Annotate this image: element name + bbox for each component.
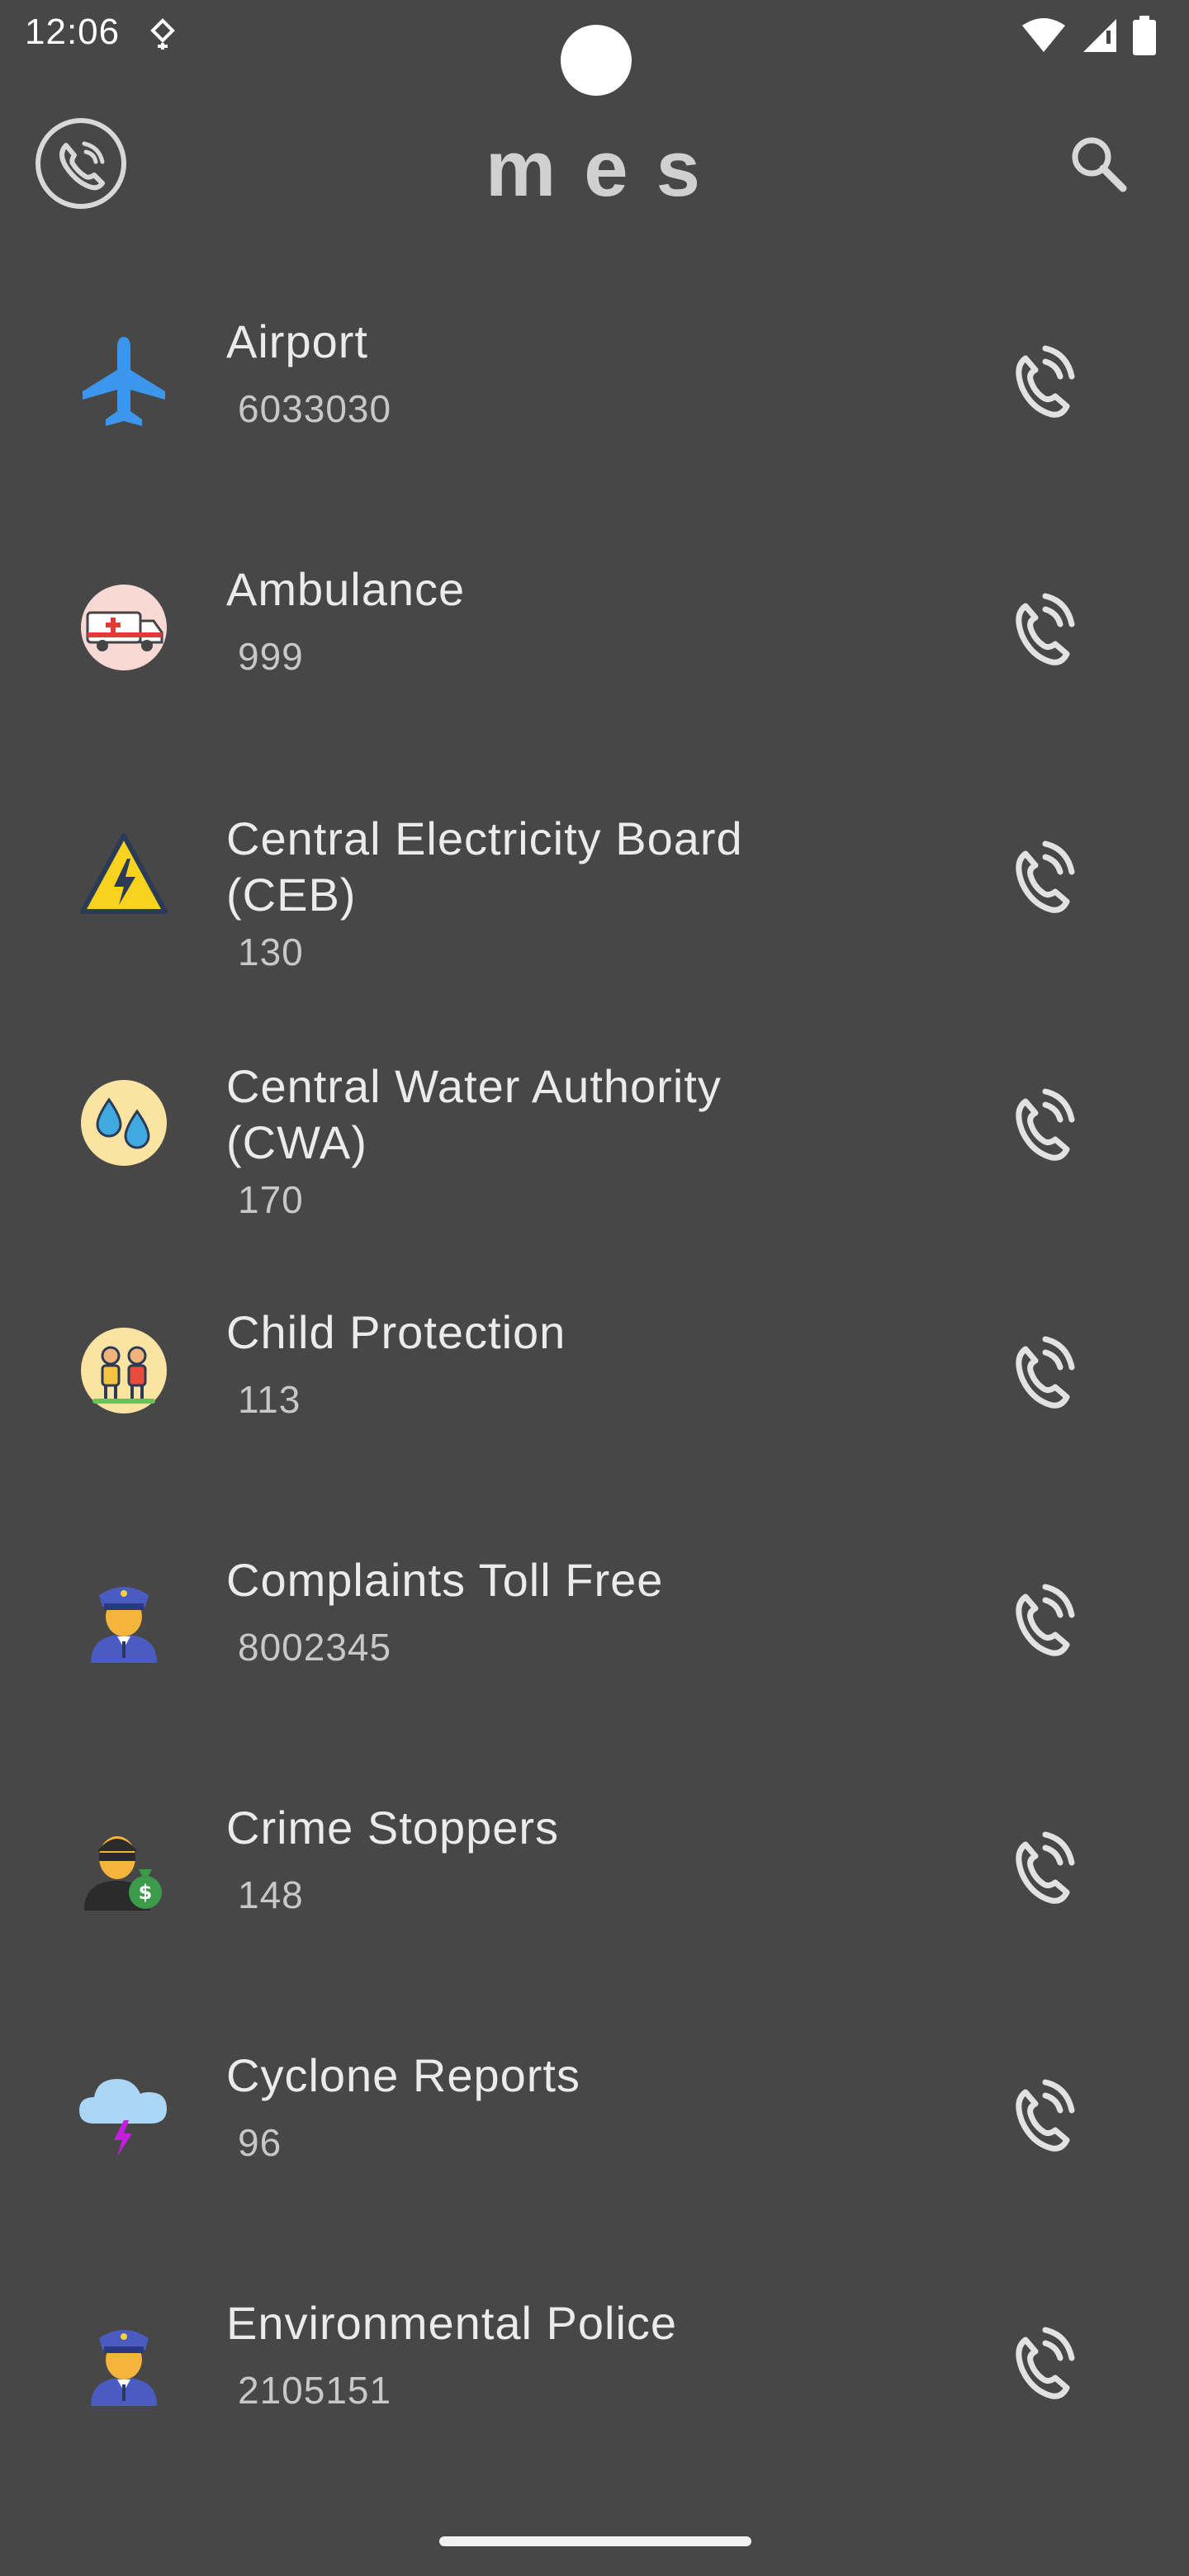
contact-name: Central Electricity Board (CEB) xyxy=(226,812,743,921)
app-bar: mes xyxy=(0,99,1189,231)
list-item-text: Ambulance 999 xyxy=(226,561,870,679)
search-icon[interactable] xyxy=(1065,130,1131,197)
contact-name: Cyclone Reports xyxy=(226,2049,580,2101)
phone-call-icon[interactable] xyxy=(1001,339,1083,421)
phone-call-icon[interactable] xyxy=(1001,1825,1083,1907)
contact-name: Environmental Police xyxy=(226,2297,678,2349)
police-officer-icon xyxy=(91,1587,157,1663)
list-item[interactable]: Complaints Toll Free 8002345 xyxy=(0,1511,1189,1759)
list-item-text: Cyclone Reports 96 xyxy=(226,2048,870,2165)
phone-call-icon[interactable] xyxy=(1001,2320,1083,2403)
list-item-text: Crime Stoppers 148 xyxy=(226,1800,870,1917)
contact-name: Complaints Toll Free xyxy=(226,1554,664,1606)
contact-name: Central Water Authority (CWA) xyxy=(226,1060,722,1168)
children-icon xyxy=(81,1328,167,1413)
phone-call-icon[interactable] xyxy=(1001,586,1083,669)
list-item[interactable]: Cyclone Reports 96 xyxy=(0,2006,1189,2254)
list-item[interactable]: Central Electricity Board (CEB) 130 xyxy=(0,768,1189,1016)
phone-call-icon[interactable] xyxy=(1001,1577,1083,1660)
list-item-text: Environmental Police 2105151 xyxy=(226,2295,870,2413)
home-indicator[interactable] xyxy=(439,2536,751,2546)
data-saver-icon xyxy=(150,18,175,50)
ambulance-icon xyxy=(81,585,167,670)
list-item[interactable]: $ Crime Stoppers 148 xyxy=(0,1759,1189,2006)
airplane-icon xyxy=(83,337,165,426)
svg-text:$: $ xyxy=(139,1881,153,1904)
electric-warning-icon xyxy=(80,833,168,914)
contact-number: 6033030 xyxy=(238,387,392,430)
list-item-text: Complaints Toll Free 8002345 xyxy=(226,1552,870,1669)
contact-name: Child Protection xyxy=(226,1306,566,1358)
contact-number: 113 xyxy=(238,1378,301,1421)
contact-name: Airport xyxy=(226,315,368,367)
status-bar: 12:06 xyxy=(0,0,1189,96)
thief-icon: $ xyxy=(84,1836,162,1911)
cellular-signal-icon xyxy=(1083,19,1116,52)
contact-number: 148 xyxy=(238,1873,304,1916)
status-icons xyxy=(1021,15,1156,56)
list-item[interactable]: Environmental Police 2105151 xyxy=(0,2254,1189,2502)
battery-icon xyxy=(1133,16,1156,55)
contact-number: 96 xyxy=(238,2121,282,2164)
app-title: mes xyxy=(485,125,729,213)
camera-cutout xyxy=(561,25,632,96)
police-officer-icon xyxy=(91,2330,157,2406)
contact-name: Ambulance xyxy=(226,563,466,615)
phone-call-icon[interactable] xyxy=(1001,2072,1083,2155)
status-time: 12:06 xyxy=(25,12,121,52)
list-item[interactable]: Child Protection 113 xyxy=(0,1263,1189,1511)
list-item[interactable]: Ambulance 999 xyxy=(0,520,1189,768)
list-item-text: Central Electricity Board (CEB) 130 xyxy=(226,811,870,974)
water-drops-icon xyxy=(81,1080,167,1166)
phone-call-icon[interactable] xyxy=(1001,1329,1083,1412)
contact-number: 170 xyxy=(238,1178,304,1221)
list-item-text: Child Protection 113 xyxy=(226,1305,870,1422)
contact-number: 8002345 xyxy=(238,1626,392,1669)
contact-number: 2105151 xyxy=(238,2369,392,2412)
contact-number: 130 xyxy=(238,930,304,973)
phone-call-icon[interactable] xyxy=(1001,1082,1083,1164)
list-item-text: Central Water Authority (CWA) 170 xyxy=(226,1058,870,1222)
storm-cloud-icon xyxy=(79,2079,167,2157)
list-item[interactable]: Central Water Authority (CWA) 170 xyxy=(0,1016,1189,1263)
list-item-text: Airport 6033030 xyxy=(226,314,870,431)
contact-name: Crime Stoppers xyxy=(226,1802,560,1854)
list-item[interactable]: Airport 6033030 xyxy=(0,272,1189,520)
contact-number: 999 xyxy=(238,635,304,678)
phone-call-icon[interactable] xyxy=(1001,834,1083,916)
wifi-icon xyxy=(1022,18,1065,52)
